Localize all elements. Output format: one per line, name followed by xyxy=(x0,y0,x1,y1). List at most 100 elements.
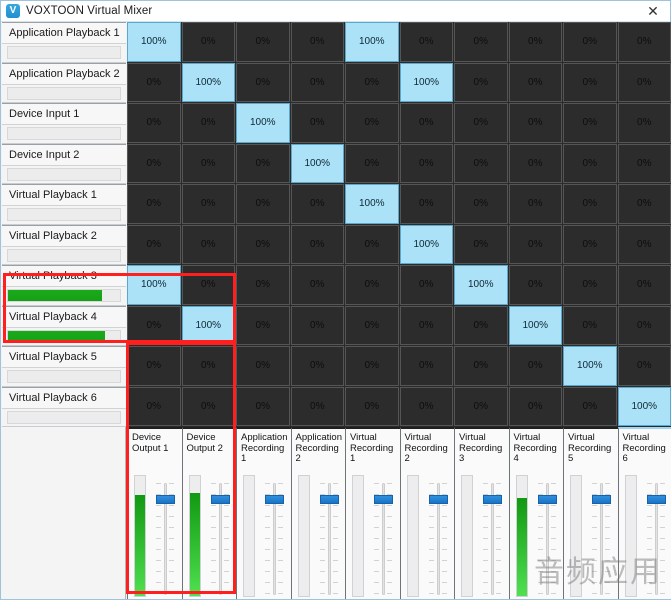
matrix-cell[interactable]: 0% xyxy=(617,22,671,62)
matrix-cell[interactable]: 0% xyxy=(127,305,181,345)
matrix-cell[interactable]: 0% xyxy=(345,305,399,345)
matrix-cell[interactable]: 100% xyxy=(127,265,181,305)
fader-knob[interactable] xyxy=(592,494,611,504)
matrix-cell[interactable]: 100% xyxy=(345,184,399,224)
matrix-cell[interactable]: 0% xyxy=(345,224,399,264)
matrix-cell[interactable]: 100% xyxy=(345,22,399,62)
matrix-cell[interactable]: 0% xyxy=(181,143,235,183)
matrix-cell[interactable]: 0% xyxy=(508,143,562,183)
matrix-cell[interactable]: 100% xyxy=(399,224,453,264)
matrix-cell[interactable]: 0% xyxy=(181,184,235,224)
matrix-cell[interactable]: 0% xyxy=(181,103,235,143)
matrix-cell[interactable]: 0% xyxy=(290,386,344,426)
matrix-cell[interactable]: 0% xyxy=(345,265,399,305)
matrix-cell[interactable]: 0% xyxy=(236,224,290,264)
matrix-cell[interactable]: 0% xyxy=(236,22,290,62)
matrix-cell[interactable]: 0% xyxy=(454,143,508,183)
matrix-cell[interactable]: 0% xyxy=(617,143,671,183)
matrix-cell[interactable]: 0% xyxy=(127,184,181,224)
fader-knob[interactable] xyxy=(428,494,448,504)
matrix-cell[interactable]: 0% xyxy=(454,305,508,345)
matrix-cell[interactable]: 0% xyxy=(236,305,290,345)
output-strip[interactable]: Virtual Recording 5 xyxy=(563,427,618,599)
matrix-cell[interactable]: 100% xyxy=(617,386,671,426)
output-strip[interactable]: Virtual Recording 6 xyxy=(617,427,671,599)
fader-knob[interactable] xyxy=(319,494,339,504)
matrix-cell[interactable]: 0% xyxy=(345,143,399,183)
output-volume-fader[interactable] xyxy=(590,475,612,597)
matrix-cell[interactable]: 0% xyxy=(617,265,671,305)
matrix-cell[interactable]: 0% xyxy=(508,265,562,305)
matrix-cell[interactable]: 100% xyxy=(181,62,235,102)
output-strip[interactable]: Virtual Recording 4 xyxy=(508,427,563,599)
matrix-cell[interactable]: 100% xyxy=(563,346,617,386)
matrix-cell[interactable]: 0% xyxy=(508,346,562,386)
matrix-cell[interactable]: 0% xyxy=(399,143,453,183)
matrix-cell[interactable]: 0% xyxy=(563,265,617,305)
matrix-cell[interactable]: 0% xyxy=(345,386,399,426)
matrix-cell[interactable]: 100% xyxy=(508,305,562,345)
output-volume-fader[interactable] xyxy=(209,475,231,597)
matrix-cell[interactable]: 0% xyxy=(236,265,290,305)
matrix-cell[interactable]: 0% xyxy=(508,62,562,102)
matrix-cell[interactable]: 100% xyxy=(454,265,508,305)
matrix-cell[interactable]: 0% xyxy=(290,62,344,102)
input-row-label[interactable]: Application Playback 2 xyxy=(2,62,126,103)
fader-knob[interactable] xyxy=(156,494,175,504)
input-row-label[interactable]: Device Input 1 xyxy=(2,103,126,144)
matrix-cell[interactable]: 0% xyxy=(181,346,235,386)
matrix-cell[interactable]: 0% xyxy=(181,22,235,62)
matrix-cell[interactable]: 0% xyxy=(236,386,290,426)
output-strip[interactable]: Application Recording 1 xyxy=(236,427,291,599)
matrix-cell[interactable]: 0% xyxy=(617,305,671,345)
matrix-cell[interactable]: 0% xyxy=(508,224,562,264)
input-row-label[interactable]: Virtual Playback 4 xyxy=(2,305,126,346)
matrix-cell[interactable]: 0% xyxy=(399,346,453,386)
matrix-cell[interactable]: 0% xyxy=(236,62,290,102)
matrix-cell[interactable]: 0% xyxy=(454,62,508,102)
matrix-cell[interactable]: 0% xyxy=(617,103,671,143)
matrix-cell[interactable]: 0% xyxy=(563,184,617,224)
matrix-cell[interactable]: 100% xyxy=(399,62,453,102)
output-strip[interactable]: Virtual Recording 2 xyxy=(399,427,454,599)
matrix-cell[interactable]: 100% xyxy=(127,22,181,62)
matrix-cell[interactable]: 0% xyxy=(127,346,181,386)
matrix-cell[interactable]: 0% xyxy=(181,265,235,305)
matrix-cell[interactable]: 0% xyxy=(454,346,508,386)
matrix-cell[interactable]: 0% xyxy=(399,184,453,224)
matrix-cell[interactable]: 0% xyxy=(399,386,453,426)
output-volume-fader[interactable] xyxy=(372,475,394,597)
matrix-cell[interactable]: 0% xyxy=(236,346,290,386)
matrix-cell[interactable]: 0% xyxy=(399,305,453,345)
matrix-cell[interactable]: 0% xyxy=(454,22,508,62)
matrix-cell[interactable]: 0% xyxy=(563,143,617,183)
matrix-cell[interactable]: 0% xyxy=(563,386,617,426)
matrix-cell[interactable]: 0% xyxy=(617,346,671,386)
matrix-cell[interactable]: 0% xyxy=(617,224,671,264)
matrix-cell[interactable]: 0% xyxy=(290,305,344,345)
matrix-cell[interactable]: 0% xyxy=(454,386,508,426)
matrix-cell[interactable]: 0% xyxy=(127,62,181,102)
matrix-cell[interactable]: 0% xyxy=(399,22,453,62)
matrix-cell[interactable]: 0% xyxy=(290,184,344,224)
matrix-cell[interactable]: 0% xyxy=(617,62,671,102)
matrix-cell[interactable]: 0% xyxy=(345,62,399,102)
output-volume-fader[interactable] xyxy=(154,475,176,597)
matrix-cell[interactable]: 0% xyxy=(345,346,399,386)
input-row-label[interactable]: Virtual Playback 2 xyxy=(2,224,126,265)
matrix-cell[interactable]: 0% xyxy=(127,386,181,426)
input-row-label[interactable]: Application Playback 1 xyxy=(2,22,126,63)
matrix-cell[interactable]: 100% xyxy=(181,305,235,345)
matrix-cell[interactable]: 0% xyxy=(563,103,617,143)
output-strip[interactable]: Virtual Recording 3 xyxy=(454,427,509,599)
input-row-label[interactable]: Device Input 2 xyxy=(2,143,126,184)
matrix-cell[interactable]: 0% xyxy=(563,22,617,62)
matrix-cell[interactable]: 0% xyxy=(563,224,617,264)
output-strip[interactable]: Device Output 2 xyxy=(181,427,236,599)
output-volume-fader[interactable] xyxy=(318,475,340,597)
matrix-cell[interactable]: 100% xyxy=(290,143,344,183)
output-volume-fader[interactable] xyxy=(427,475,449,597)
output-strip[interactable]: Virtual Recording 1 xyxy=(345,427,400,599)
matrix-cell[interactable]: 0% xyxy=(508,103,562,143)
matrix-cell[interactable]: 0% xyxy=(454,184,508,224)
